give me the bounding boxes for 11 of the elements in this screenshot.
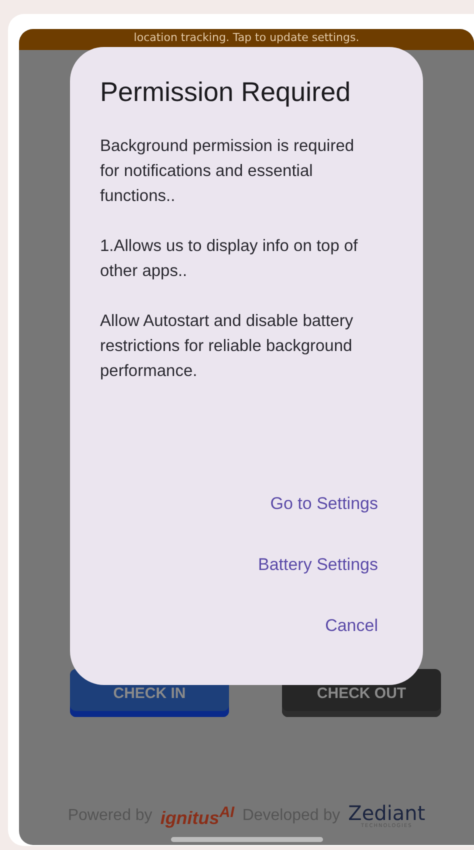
dialog-action[interactable]: Go to Settings — [270, 489, 378, 518]
dialog-message: 1.Allows us to display info on top of other apps.. — [100, 236, 359, 282]
banner-text: location tracking. Tap to update settings. — [134, 31, 360, 44]
dialog-action[interactable]: Battery Settings — [258, 550, 378, 579]
powered-by-logo: ignitus$^{AI}$ — [160, 804, 234, 828]
dialog-message: Allow Autostart and disable battery restrictions for reliable background performance. — [100, 311, 354, 382]
dialog-action[interactable]: Cancel — [325, 611, 378, 640]
dialog-message: Background permission is required for notifications and essential functions.. — [100, 136, 356, 207]
notice-banner[interactable]: location tracking. Tap to update settings. — [19, 29, 474, 50]
developer-logo: Zediant — [348, 803, 426, 823]
dialog-title: Permission Required — [100, 77, 352, 108]
